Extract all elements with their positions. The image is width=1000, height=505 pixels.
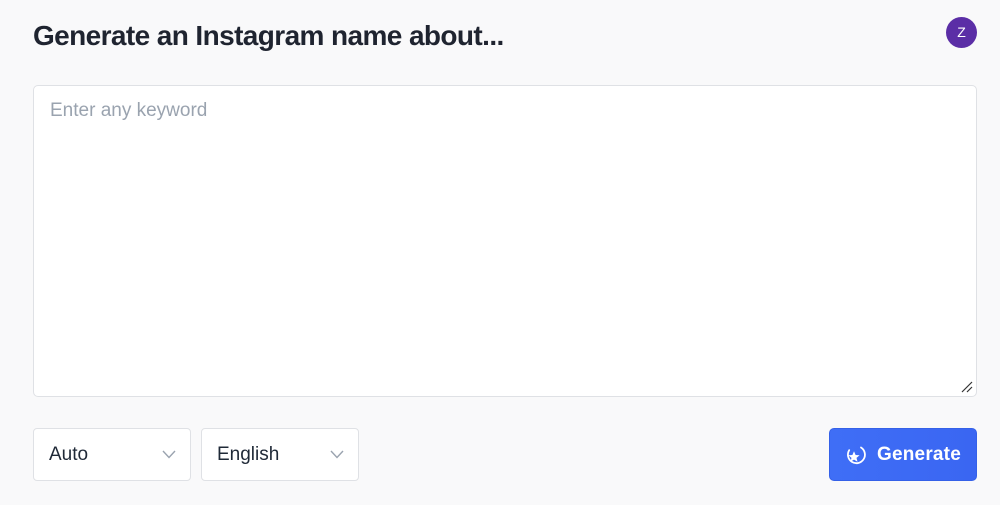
tone-select[interactable]: Auto: [33, 428, 191, 481]
chevron-down-icon: [330, 450, 344, 459]
controls-bar: Auto English Generate: [33, 428, 977, 481]
avatar[interactable]: Z: [946, 16, 977, 48]
tone-select-value: Auto: [49, 443, 89, 465]
language-select[interactable]: English: [201, 428, 359, 481]
chevron-down-icon: [162, 450, 176, 459]
header: Generate an Instagram name about... Z: [33, 14, 977, 58]
generate-button[interactable]: Generate: [829, 428, 977, 481]
sparkle-icon: [847, 446, 866, 464]
generator-page: Generate an Instagram name about... Z Au…: [0, 0, 1000, 505]
generate-button-label: Generate: [877, 443, 961, 465]
page-title: Generate an Instagram name about...: [33, 20, 504, 51]
keyword-input-container: [33, 85, 977, 397]
resize-handle-icon[interactable]: [961, 381, 973, 393]
keyword-input[interactable]: [34, 86, 976, 396]
language-select-value: English: [217, 443, 280, 465]
